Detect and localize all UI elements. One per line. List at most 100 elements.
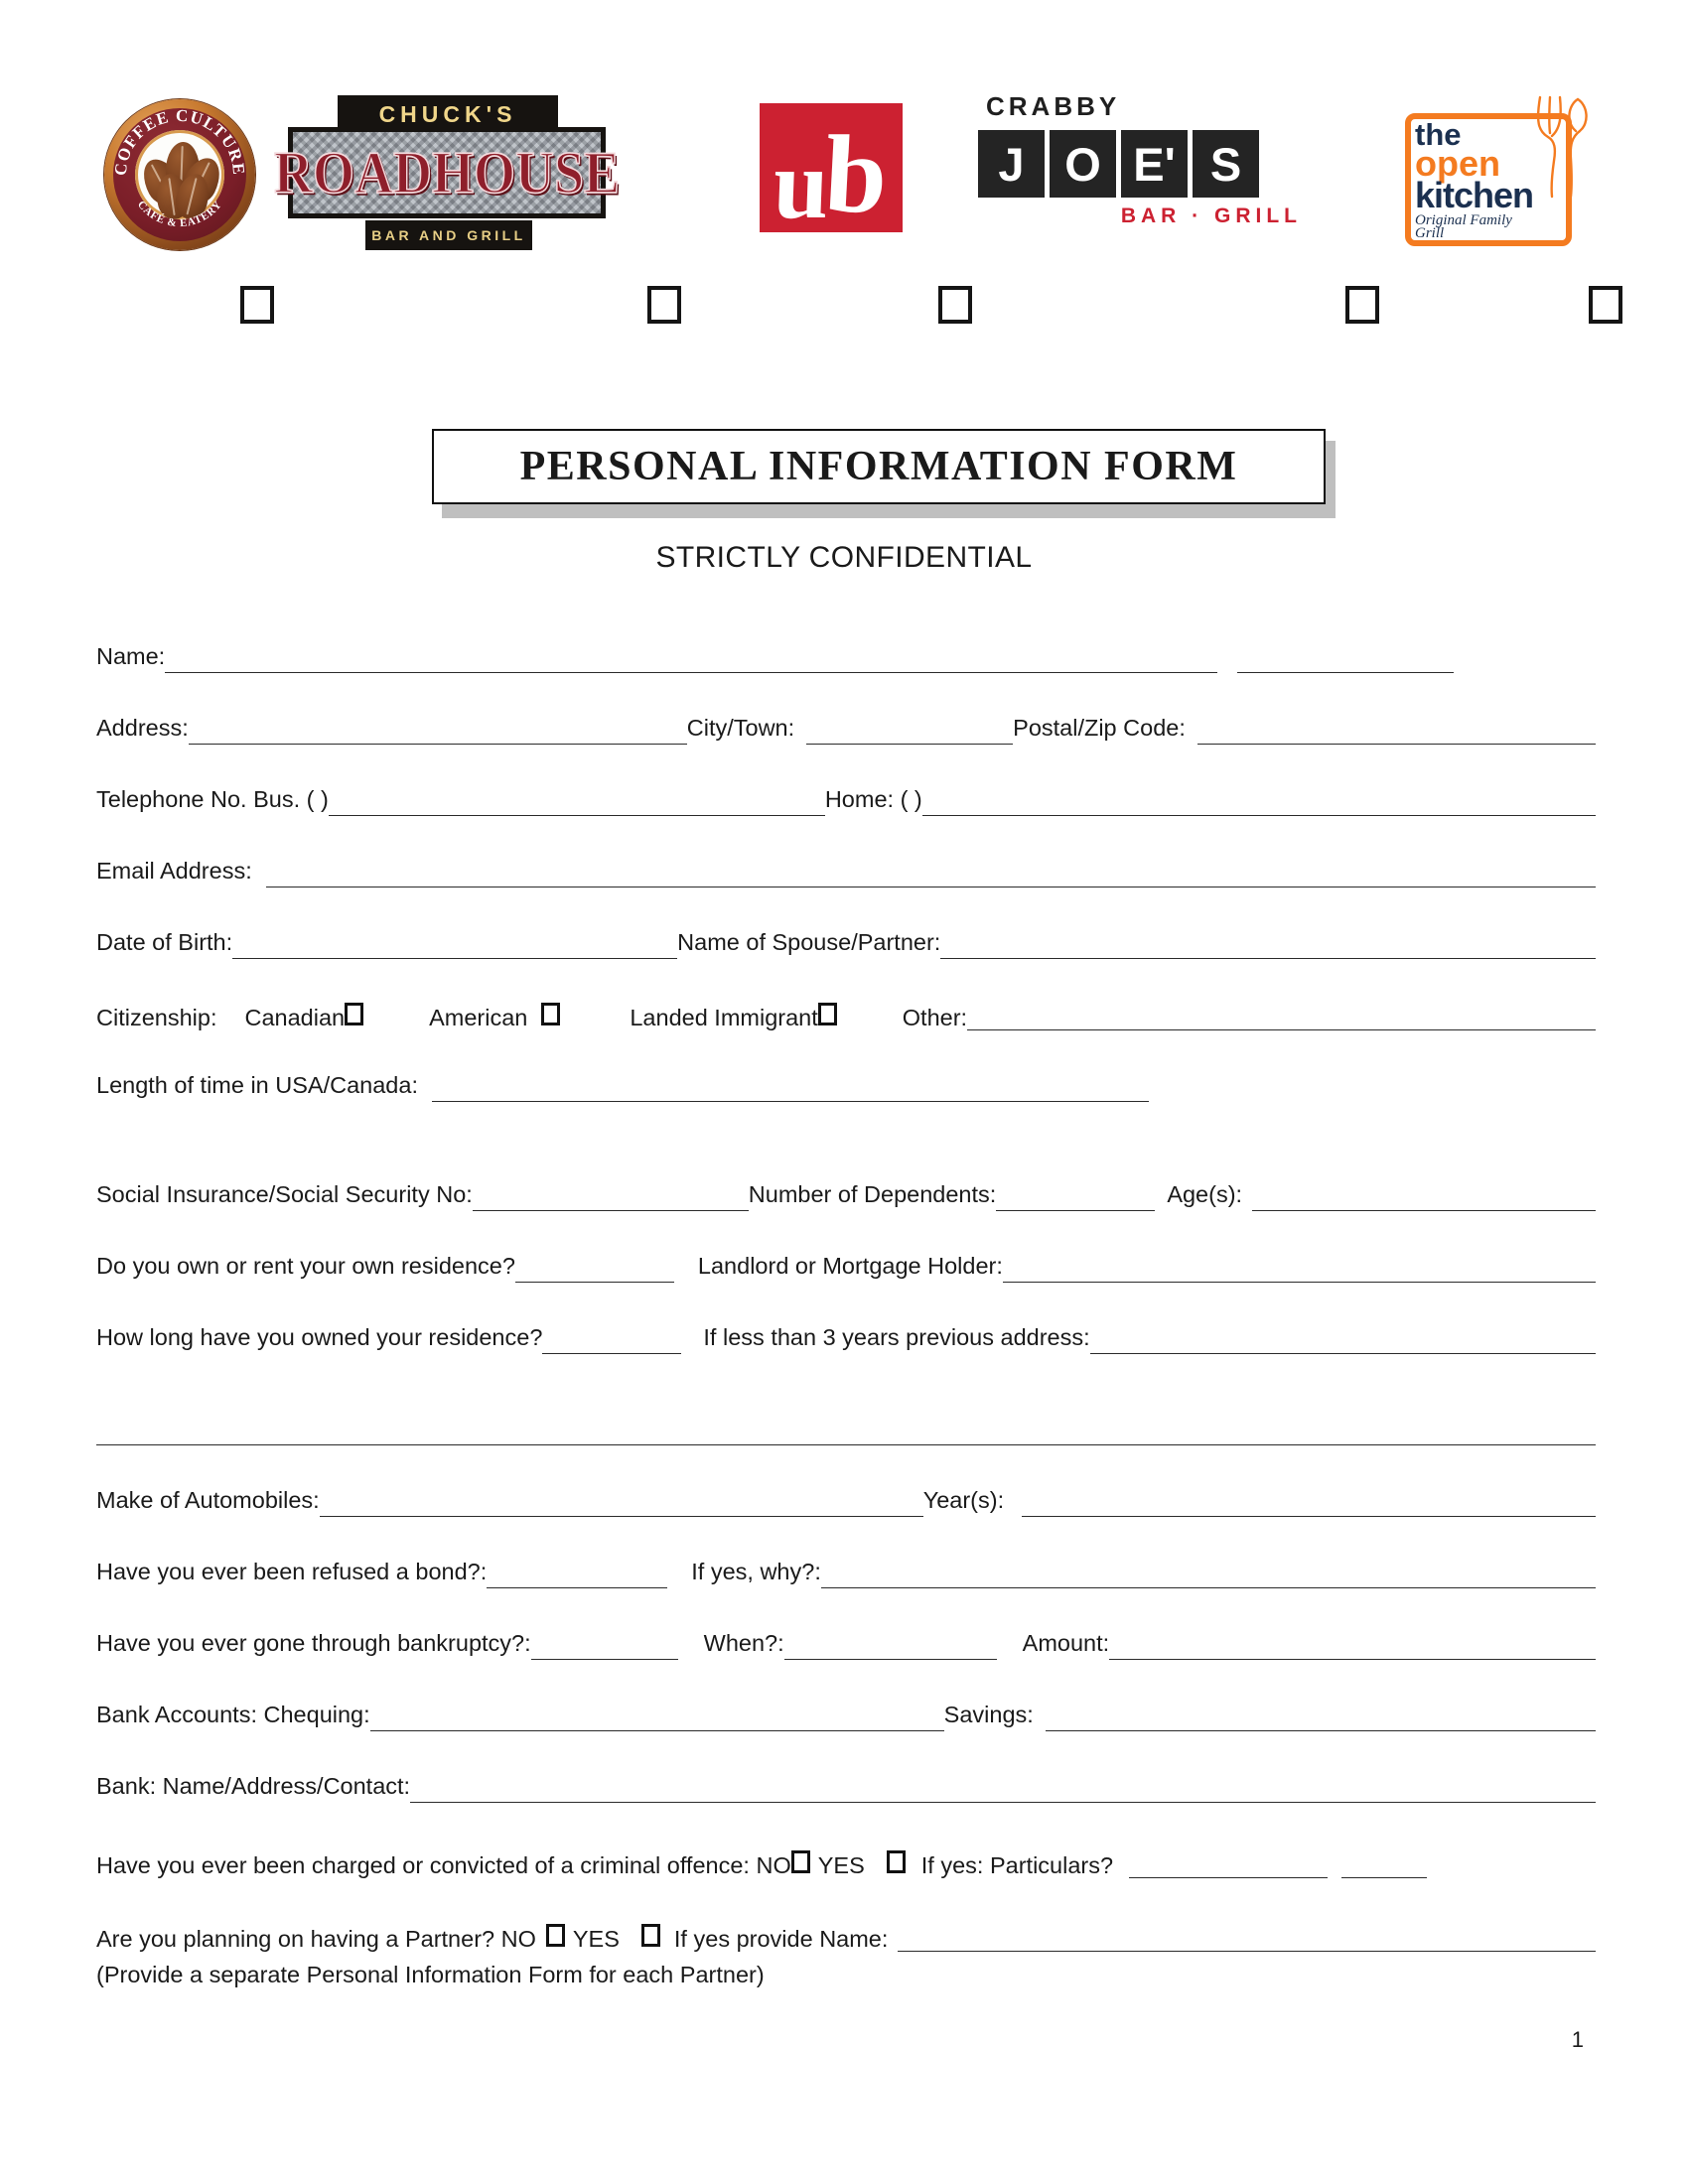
- input-city-town[interactable]: [806, 717, 1014, 746]
- crabby-joes-tile: S: [1193, 130, 1259, 198]
- input-landlord[interactable]: [1002, 1255, 1596, 1284]
- input-name[interactable]: [165, 645, 1218, 674]
- label-citizenship-other: Other:: [902, 1005, 968, 1031]
- checkbox-partner-yes[interactable]: [640, 1924, 660, 1948]
- open-kitchen-tagline: Original Family Grill: [1415, 211, 1512, 241]
- input-how-long-owned[interactable]: [542, 1326, 682, 1355]
- label-own-or-rent: Do you own or rent your own residence?: [96, 1253, 515, 1280]
- input-address[interactable]: [188, 717, 687, 746]
- input-telephone-home[interactable]: [921, 788, 1596, 817]
- input-dependents[interactable]: [996, 1183, 1156, 1212]
- input-telephone-bus[interactable]: [328, 788, 825, 817]
- label-how-long-owned: How long have you owned your residence?: [96, 1324, 543, 1351]
- brand-logo-band: COFFEE CULTURE CAFÉ & EATERY CHUCK'S ROA…: [0, 89, 1688, 328]
- input-date-of-birth[interactable]: [232, 931, 678, 960]
- roadhouse-bar-and-grill-text: BAR AND GRILL: [371, 227, 526, 243]
- label-when: When?:: [703, 1630, 784, 1657]
- crabby-joes-tile: E': [1121, 130, 1188, 198]
- page-number: 1: [1571, 2027, 1584, 2052]
- input-length-of-time[interactable]: [431, 1074, 1149, 1103]
- field-row-dob-spouse: Date of Birth: Name of Spouse/Partner:: [96, 931, 1596, 961]
- label-date-of-birth: Date of Birth:: [96, 929, 233, 956]
- checkbox-criminal-offence-yes[interactable]: [886, 1850, 906, 1874]
- label-landlord: Landlord or Mortgage Holder:: [697, 1253, 1003, 1280]
- svg-text:CAFÉ & EATERY: CAFÉ & EATERY: [135, 199, 224, 229]
- input-particulars-extra[interactable]: [1341, 1850, 1428, 1879]
- input-name-extra[interactable]: [1237, 645, 1455, 674]
- input-savings[interactable]: [1045, 1704, 1596, 1732]
- label-bankruptcy: Have you ever gone through bankruptcy?:: [96, 1630, 531, 1657]
- logo-checkbox-the-open-kitchen[interactable]: [1589, 286, 1622, 324]
- label-citizenship: Citizenship:: [96, 1005, 217, 1031]
- checkbox-canadian[interactable]: [345, 1003, 364, 1026]
- label-criminal-offence-yes: YES: [817, 1852, 865, 1879]
- input-postal-zip[interactable]: [1196, 717, 1596, 746]
- input-partner-name[interactable]: [898, 1924, 1596, 1953]
- ub-letter-b: b: [821, 113, 891, 232]
- input-bank-chequing[interactable]: [369, 1704, 944, 1732]
- input-previous-address-continued[interactable]: [96, 1418, 1596, 1446]
- label-landed-immigrant: Landed Immigrant: [630, 1005, 818, 1031]
- coffee-culture-curved-text: COFFEE CULTURE CAFÉ & EATERY: [111, 106, 249, 229]
- field-row-telephone: Telephone No. Bus. ( ) Home: ( ): [96, 788, 1596, 818]
- label-name: Name:: [96, 643, 166, 669]
- form-title-block: PERSONAL INFORMATION FORM: [432, 429, 1336, 518]
- field-row-partner-note: (Provide a separate Personal Information…: [96, 1964, 1596, 1987]
- personal-information-form: Name: Address: City/Town: Postal/Zip Cod…: [96, 643, 1596, 1987]
- field-row-address: Address: City/Town: Postal/Zip Code:: [96, 717, 1596, 747]
- label-amount: Amount:: [1022, 1630, 1110, 1657]
- checkbox-criminal-offence-no[interactable]: [790, 1850, 810, 1874]
- ub-red-square: u b: [760, 103, 903, 232]
- field-row-name: Name:: [96, 643, 1596, 675]
- logo-checkbox-crabby-joes[interactable]: [1345, 286, 1379, 324]
- crabby-joes-crabby-text: CRABBY: [986, 91, 1121, 121]
- input-particulars[interactable]: [1129, 1850, 1329, 1879]
- checkbox-landed-immigrant[interactable]: [817, 1003, 837, 1026]
- input-amount[interactable]: [1109, 1632, 1596, 1661]
- roadhouse-bottom-banner: BAR AND GRILL: [365, 220, 532, 250]
- label-if-yes-why: If yes, why?:: [691, 1559, 821, 1585]
- label-postal-zip: Postal/Zip Code:: [1013, 715, 1186, 742]
- input-refused-bond[interactable]: [487, 1561, 668, 1589]
- label-years: Year(s):: [922, 1487, 1005, 1514]
- input-previous-address[interactable]: [1089, 1326, 1596, 1355]
- field-row-email: Email Address:: [96, 860, 1596, 889]
- coffee-culture-bottom-text: CAFÉ & EATERY: [135, 199, 223, 229]
- page-title: PERSONAL INFORMATION FORM: [432, 429, 1326, 504]
- page-title-text: PERSONAL INFORMATION FORM: [519, 444, 1238, 489]
- field-row-length-of-time: Length of time in USA/Canada:: [96, 1074, 1596, 1104]
- svg-text:COFFEE CULTURE: COFFEE CULTURE: [111, 106, 249, 177]
- field-row-previous-address-continued: [96, 1418, 1596, 1447]
- checkbox-partner-no[interactable]: [545, 1924, 565, 1948]
- field-row-criminal-offence: Have you ever been charged or convicted …: [96, 1850, 1596, 1880]
- logo-checkbox-chucks-roadhouse[interactable]: [647, 286, 681, 324]
- input-sin-ssn[interactable]: [472, 1183, 749, 1212]
- input-own-or-rent[interactable]: [514, 1255, 674, 1284]
- crabby-joes-tile: J: [978, 130, 1045, 198]
- input-citizenship-other[interactable]: [967, 1003, 1596, 1031]
- logo-checkbox-ub[interactable]: [938, 286, 972, 324]
- logo-checkbox-coffee-culture[interactable]: [240, 286, 274, 324]
- label-dependents: Number of Dependents:: [748, 1181, 997, 1208]
- label-address: Address:: [96, 715, 189, 742]
- crabby-joes-bar-grill-text: BAR · GRILL: [1120, 205, 1302, 227]
- input-ages[interactable]: [1252, 1183, 1596, 1212]
- input-bank-contact[interactable]: [410, 1775, 1596, 1804]
- input-when[interactable]: [783, 1632, 997, 1661]
- roadhouse-plate-panel: ROADHOUSE: [273, 127, 621, 218]
- field-row-bankruptcy: Have you ever gone through bankruptcy?: …: [96, 1632, 1596, 1662]
- label-partner-question: Are you planning on having a Partner? NO: [96, 1926, 536, 1953]
- field-row-own-or-rent: Do you own or rent your own residence? L…: [96, 1255, 1596, 1285]
- logo-chucks-roadhouse: CHUCK'S ROADHOUSE BAR AND GRILL: [273, 95, 621, 284]
- coffee-culture-top-text: COFFEE CULTURE: [111, 106, 247, 177]
- input-automobiles[interactable]: [319, 1489, 923, 1518]
- coffee-culture-roundel: COFFEE CULTURE CAFÉ & EATERY: [104, 99, 255, 250]
- input-bankruptcy[interactable]: [530, 1632, 678, 1661]
- label-spouse-partner: Name of Spouse/Partner:: [677, 929, 941, 956]
- input-years[interactable]: [1022, 1489, 1596, 1518]
- checkbox-american[interactable]: [541, 1003, 561, 1026]
- input-if-yes-why[interactable]: [820, 1561, 1596, 1589]
- input-email-address[interactable]: [265, 860, 1596, 888]
- label-partner-yes: YES: [572, 1926, 620, 1953]
- input-spouse-partner[interactable]: [940, 931, 1596, 960]
